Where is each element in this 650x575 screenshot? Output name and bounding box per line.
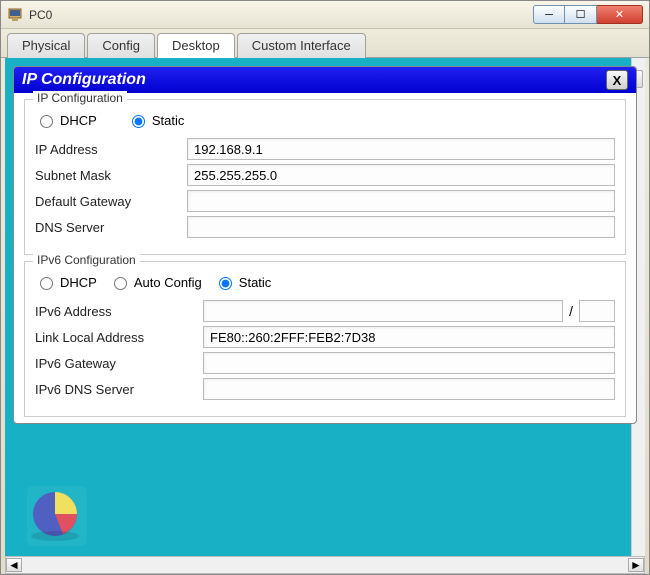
ipv6-auto-option[interactable]: Auto Config [109, 274, 202, 290]
ipv6-dns-row: IPv6 DNS Server [35, 378, 615, 400]
ipv6-static-radio[interactable] [219, 277, 232, 290]
ipv6-dhcp-radio[interactable] [40, 277, 53, 290]
ipv6-dns-input[interactable] [203, 378, 615, 400]
ipv6-auto-label: Auto Config [134, 275, 202, 290]
ipv6-gateway-label: IPv6 Gateway [35, 356, 203, 371]
link-local-row: Link Local Address [35, 326, 615, 348]
ipv6-static-label: Static [239, 275, 272, 290]
ipv4-legend: IP Configuration [33, 91, 127, 105]
panel-close-button[interactable]: X [606, 70, 628, 90]
ipv6-mode-row: DHCP Auto Config Static [35, 274, 615, 290]
ipv4-dhcp-radio[interactable] [40, 115, 53, 128]
ipv6-gateway-row: IPv6 Gateway [35, 352, 615, 374]
prefix-slash: / [563, 303, 579, 319]
link-local-label: Link Local Address [35, 330, 203, 345]
panel-titlebar: IP Configuration X [14, 67, 636, 93]
scroll-right-button[interactable]: ► [628, 558, 644, 572]
pc-icon [7, 7, 23, 23]
ipv6-fieldset: IPv6 Configuration DHCP Auto Config Stat… [24, 261, 626, 417]
close-button[interactable]: ✕ [597, 5, 643, 24]
ipv6-prefix-input[interactable] [579, 300, 615, 322]
ipv4-mode-row: DHCP Static [35, 112, 615, 128]
scroll-left-button[interactable]: ◄ [6, 558, 22, 572]
app-window: PC0 ─ ☐ ✕ Physical Config Desktop Custom… [0, 0, 650, 575]
dns-server-label: DNS Server [35, 220, 187, 235]
subnet-mask-label: Subnet Mask [35, 168, 187, 183]
link-local-input[interactable] [203, 326, 615, 348]
ipv4-dhcp-label: DHCP [60, 113, 97, 128]
tab-custom-interface[interactable]: Custom Interface [237, 33, 366, 58]
ipv4-fieldset: IP Configuration DHCP Static IP Address [24, 99, 626, 255]
horizontal-scrollbar[interactable]: ◄ ► [5, 556, 645, 574]
panel-title: IP Configuration [22, 71, 146, 89]
ipv6-static-option[interactable]: Static [214, 274, 272, 290]
titlebar: PC0 ─ ☐ ✕ [1, 1, 649, 29]
tab-config[interactable]: Config [87, 33, 155, 58]
ip-address-input[interactable] [187, 138, 615, 160]
pie-chart-icon[interactable] [25, 484, 89, 548]
ipv6-dhcp-option[interactable]: DHCP [35, 274, 97, 290]
ip-address-label: IP Address [35, 142, 187, 157]
ip-address-row: IP Address [35, 138, 615, 160]
ipv4-static-radio[interactable] [132, 115, 145, 128]
dns-server-row: DNS Server [35, 216, 615, 238]
ipv6-dns-label: IPv6 DNS Server [35, 382, 203, 397]
window-controls: ─ ☐ ✕ [533, 5, 643, 24]
dns-server-input[interactable] [187, 216, 615, 238]
ipv4-static-option[interactable]: Static [127, 112, 185, 128]
ipv6-gateway-input[interactable] [203, 352, 615, 374]
ip-configuration-panel: IP Configuration X IP Configuration DHCP… [13, 66, 637, 424]
ipv6-auto-radio[interactable] [114, 277, 127, 290]
tabstrip: Physical Config Desktop Custom Interface [1, 29, 649, 58]
maximize-button[interactable]: ☐ [565, 5, 597, 24]
default-gateway-row: Default Gateway [35, 190, 615, 212]
desktop-area: IP Configuration X IP Configuration DHCP… [5, 58, 645, 558]
ipv6-address-input[interactable] [203, 300, 563, 322]
tab-desktop[interactable]: Desktop [157, 33, 235, 58]
ipv6-address-label: IPv6 Address [35, 304, 203, 319]
tab-physical[interactable]: Physical [7, 33, 85, 58]
subnet-mask-row: Subnet Mask [35, 164, 615, 186]
default-gateway-input[interactable] [187, 190, 615, 212]
subnet-mask-input[interactable] [187, 164, 615, 186]
ipv6-legend: IPv6 Configuration [33, 253, 140, 267]
ipv6-address-row: IPv6 Address / [35, 300, 615, 322]
default-gateway-label: Default Gateway [35, 194, 187, 209]
ipv4-static-label: Static [152, 113, 185, 128]
ipv4-dhcp-option[interactable]: DHCP [35, 112, 97, 128]
window-title: PC0 [29, 8, 52, 22]
minimize-button[interactable]: ─ [533, 5, 565, 24]
ipv6-dhcp-label: DHCP [60, 275, 97, 290]
